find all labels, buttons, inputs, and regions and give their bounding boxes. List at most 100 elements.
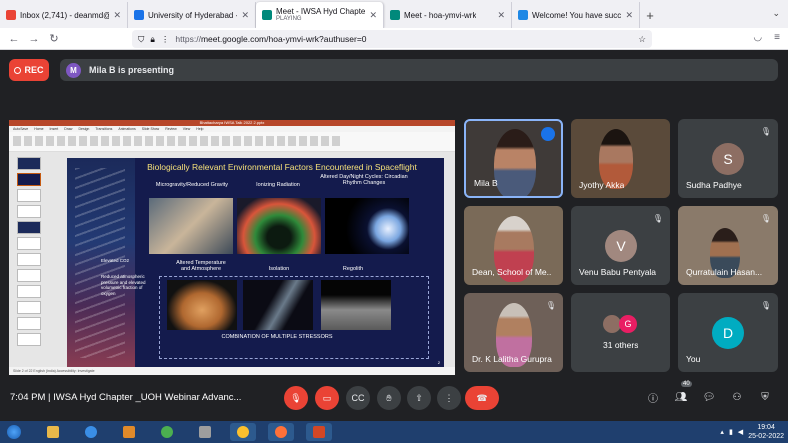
forward-icon[interactable]: →	[24, 33, 44, 45]
participant-tile-others[interactable]: G 31 others	[571, 293, 670, 372]
rec-label: REC	[24, 65, 44, 75]
slide-thumbnail	[17, 317, 41, 330]
meeting-info: 7:04 PM | IWSA Hyd Chapter _UOH Webinar …	[10, 392, 242, 403]
people-icon[interactable]: 👥︎	[674, 390, 688, 404]
earth-image	[325, 198, 409, 254]
slide-decoration	[67, 158, 135, 369]
participant-tile-venu[interactable]: 🎙︎ V Venu Babu Pentyala	[571, 206, 670, 285]
meet-control-bar: 7:04 PM | IWSA Hyd Chapter _UOH Webinar …	[0, 378, 788, 421]
start-button[interactable]	[0, 421, 28, 443]
camera-toggle-button[interactable]: ▭	[315, 386, 339, 410]
ppt-menu-item: Animations	[118, 127, 136, 131]
ppt-menu-item: AutoSave	[13, 127, 29, 131]
label-daynight: Altered Day/Night Cycles: Circadian Rhyt…	[320, 174, 408, 186]
tab-inbox[interactable]: Inbox (2,741) - deanmd@uohyd ✕	[0, 2, 128, 28]
clock-date: 25-02-2022	[748, 433, 784, 440]
mic-off-icon: 🎙︎	[652, 213, 664, 223]
captions-button[interactable]: CC	[346, 386, 370, 410]
shared-screen[interactable]: Bhattacharya IWSA Talk 2022 2.pptx AutoS…	[9, 120, 455, 375]
close-icon[interactable]: ✕	[497, 10, 505, 21]
participant-video	[494, 129, 536, 196]
speaking-indicator-icon	[541, 127, 555, 141]
leave-call-button[interactable]: ☎︎	[465, 386, 499, 410]
tab-title: University of Hyderabad - Caler	[148, 10, 237, 20]
close-icon[interactable]: ✕	[369, 10, 377, 21]
taskbar-chrome-icon[interactable]	[154, 423, 180, 441]
label-microgravity: Microgravity/Reduced Gravity	[155, 182, 229, 188]
mic-off-icon: 🎙︎	[760, 126, 772, 136]
participant-tile-lalitha[interactable]: 🎙︎ Dr. K Lalitha Guruprasad	[464, 293, 563, 372]
participant-tile-dean[interactable]: Dean, School of Me...	[464, 206, 563, 285]
chevron-down-icon[interactable]: ⌄	[772, 8, 780, 19]
address-bar[interactable]: ⛉ 🔒︎ ⋮ https://meet.google.com/hoa-ymvi-…	[132, 30, 652, 48]
participant-tile-jyothy[interactable]: Jyothy Akka	[571, 119, 670, 198]
participant-avatar: V	[605, 230, 637, 262]
slide-thumbnail	[17, 285, 41, 298]
tab-university[interactable]: University of Hyderabad - Caler ✕	[128, 2, 256, 28]
tray-arrow-icon[interactable]: ▴	[720, 428, 724, 436]
activities-icon[interactable]: ⚇	[730, 390, 744, 404]
participant-tile-you[interactable]: 🎙︎ D You	[678, 293, 778, 372]
gmail-icon	[6, 10, 16, 20]
raise-hand-button[interactable]: ✋︎	[377, 386, 401, 410]
participant-name: Jyothy Akka	[579, 180, 625, 190]
tab-playing-label: PLAYING	[276, 16, 302, 22]
taskbar-tools-icon[interactable]	[192, 423, 218, 441]
host-controls-icon[interactable]: ⛨	[758, 390, 772, 404]
tab-title: Welcome! You have successfull	[532, 10, 622, 20]
close-icon[interactable]: ✕	[241, 10, 249, 21]
moon-surface-image	[321, 280, 391, 330]
ppt-ribbon	[9, 132, 455, 152]
present-button[interactable]: ⇧	[407, 386, 431, 410]
chat-icon[interactable]: 💬︎	[702, 390, 716, 404]
reload-icon[interactable]: ↻	[44, 32, 64, 45]
menu-icon[interactable]: ≡	[774, 32, 780, 43]
s-icon	[518, 10, 528, 20]
participant-name: Dean, School of Me...	[472, 267, 552, 277]
slide-thumbnail	[17, 333, 41, 346]
taskbar-firefox-icon[interactable]	[268, 423, 294, 441]
close-icon[interactable]: ✕	[113, 10, 121, 21]
bookmark-star-icon[interactable]: ☆	[638, 34, 646, 45]
participant-tile-sudha[interactable]: 🎙︎ S Sudha Padhye	[678, 119, 778, 198]
label-regolith: Regolith	[342, 266, 364, 272]
ppt-menu-item: Draw	[64, 127, 73, 131]
presenting-text: Mila B is presenting	[89, 65, 175, 75]
more-options-button[interactable]: ⋮	[437, 386, 461, 410]
clock[interactable]: 19:04 25-02-2022	[748, 423, 784, 441]
new-tab-button[interactable]: +	[640, 2, 660, 28]
tab-meet-iwsa[interactable]: Meet - IWSA Hyd Chapter _UOI PLAYING ✕	[256, 2, 384, 28]
taskbar-powerpoint-icon[interactable]	[306, 423, 332, 441]
label-isolation: Isolation	[268, 266, 290, 272]
shield-icon: ⛉	[138, 33, 145, 44]
taskbar-media-icon[interactable]	[116, 423, 142, 441]
participant-name: Mila B	[474, 178, 498, 188]
participant-count-badge: 40	[681, 381, 692, 387]
network-icon[interactable]: ▮	[729, 428, 733, 436]
taskbar-ie-icon[interactable]	[78, 423, 104, 441]
tab-welcome[interactable]: Welcome! You have successfull ✕	[512, 2, 640, 28]
participant-tile-mila[interactable]: Mila B	[464, 119, 563, 198]
pocket-icon[interactable]: ◡	[753, 32, 762, 43]
label-combination: COMBINATION OF MULTIPLE STRESSORS	[221, 334, 333, 340]
slide-thumbnail	[17, 221, 41, 234]
permissions-icon[interactable]: ⋮	[161, 34, 170, 45]
clock-time: 19:04	[757, 424, 775, 431]
back-icon[interactable]: ←	[4, 33, 24, 45]
participant-name: Sudha Padhye	[686, 180, 742, 190]
presenter-avatar: M	[66, 62, 81, 78]
current-slide: Biologically Relevant Environmental Fact…	[67, 158, 444, 369]
taskbar-explorer-icon[interactable]	[40, 423, 66, 441]
ppt-menu-item: Review	[165, 127, 177, 131]
aurora-image	[237, 198, 321, 254]
mic-toggle-button[interactable]: 🎙︎	[284, 386, 308, 410]
participant-tile-qurratulain[interactable]: 🎙︎ Qurratulain Hasan...	[678, 206, 778, 285]
volume-icon[interactable]: ◀︎	[738, 428, 743, 436]
ppt-menu-item: Design	[78, 127, 90, 131]
tab-meet-hoa[interactable]: Meet - hoa-ymvi-wrk ✕	[384, 2, 512, 28]
info-icon[interactable]: ⓘ	[646, 390, 660, 405]
taskbar-chrome-active-icon[interactable]	[230, 423, 256, 441]
label-radiation: Ionizing Radiation	[256, 182, 300, 188]
mic-off-icon: 🎙︎	[760, 213, 772, 223]
close-icon[interactable]: ✕	[625, 10, 633, 21]
